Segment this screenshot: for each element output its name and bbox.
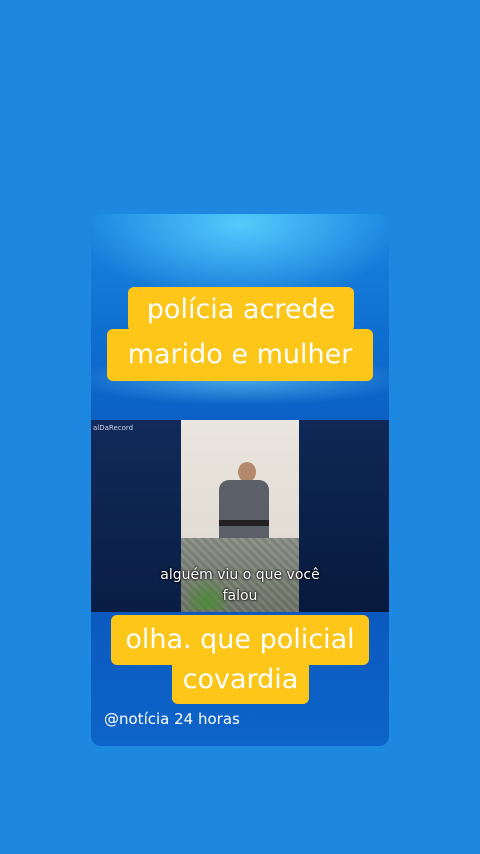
bottom-caption-line-1: olha. que policial xyxy=(111,615,369,665)
top-caption-line-1: polícia acrede xyxy=(128,287,354,332)
bottom-caption-line-2: covardia xyxy=(172,660,309,704)
officer-figure xyxy=(219,480,269,542)
officer-head xyxy=(238,462,256,482)
video-subtitle: alguém viu o que você falou xyxy=(91,565,389,607)
top-caption-line-2: marido e mulher xyxy=(107,329,373,381)
subtitle-line-2: falou xyxy=(222,588,258,604)
account-handle: @notícia 24 horas xyxy=(104,710,240,728)
video-frame[interactable]: alDaRecord alguém viu o que você falou xyxy=(91,420,389,612)
officer-belt xyxy=(219,520,269,526)
subtitle-line-1: alguém viu o que você xyxy=(160,567,320,583)
video-watermark: alDaRecord xyxy=(93,424,134,432)
